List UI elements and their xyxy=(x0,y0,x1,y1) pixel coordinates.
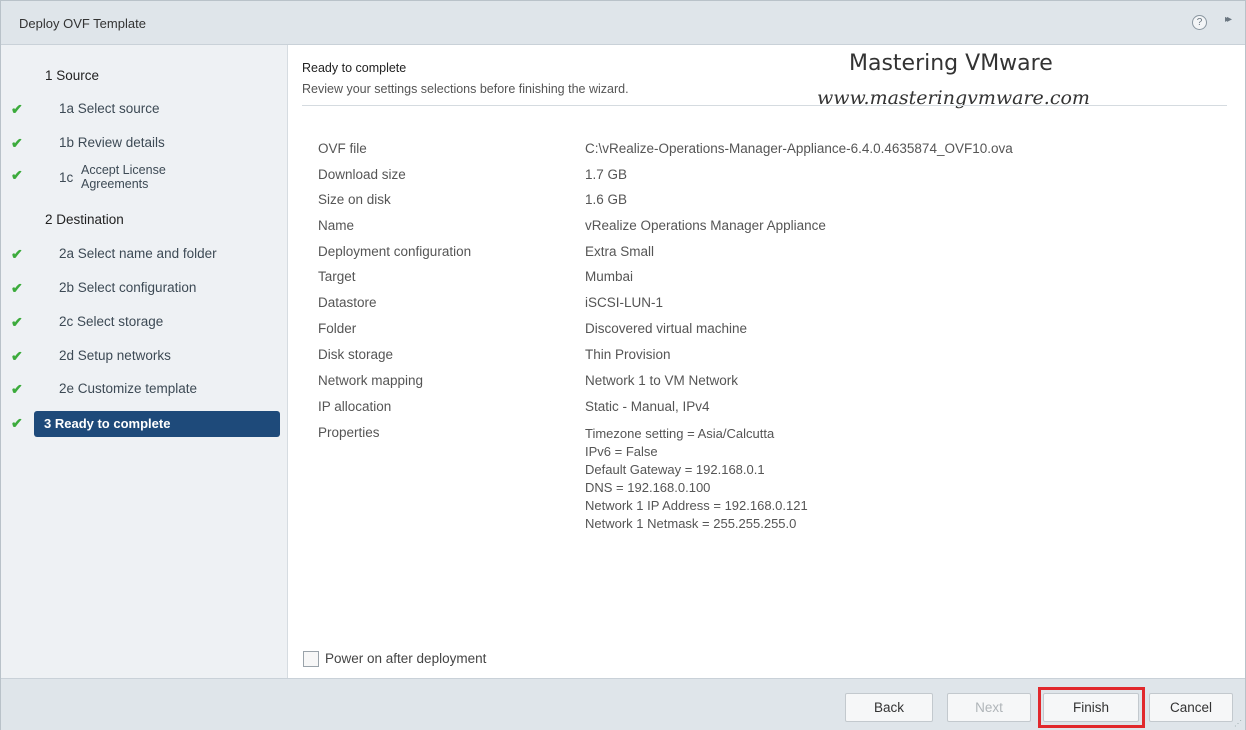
detail-key: Target xyxy=(318,269,356,284)
step-label: Accept License Agreements xyxy=(81,163,166,191)
step-label: 1b Review details xyxy=(59,135,165,150)
step-label: 2e Customize template xyxy=(59,381,198,396)
step-label: 2 Destination xyxy=(45,212,124,227)
step-label: 2d Setup networks xyxy=(59,348,171,363)
detail-value: Mumbai xyxy=(585,269,634,284)
step-label: 1a Select source xyxy=(59,101,160,116)
detail-key: Deployment configuration xyxy=(318,244,472,259)
detail-value: Discovered virtual machine xyxy=(585,321,748,336)
detail-value: vRealize Operations Manager Appliance xyxy=(585,218,826,233)
cancel-button[interactable]: Cancel xyxy=(1149,693,1233,722)
detail-value: 1.6 GB xyxy=(585,192,628,207)
power-on-checkbox[interactable] xyxy=(303,651,319,667)
step-label-line-2: Agreements xyxy=(81,177,149,191)
wizard-footer: Back Next Finish Cancel ⋰ xyxy=(1,678,1245,730)
detail-value: iSCSI-LUN-1 xyxy=(585,295,664,310)
back-button[interactable]: Back xyxy=(845,693,933,722)
check-icon: ✔ xyxy=(11,246,23,262)
main-content: Ready to complete Review your settings s… xyxy=(289,45,1245,678)
page-title: Ready to complete xyxy=(302,61,407,75)
watermark-title: Mastering VMware xyxy=(849,51,1053,76)
detail-key: Name xyxy=(318,218,355,233)
deploy-ovf-wizard-window: Deploy OVF Template ? ▸▸ 1 Source ✔ 1a S… xyxy=(0,0,1246,730)
properties-list: Timezone setting = Asia/Calcutta IPv6 = … xyxy=(585,425,808,533)
wizard-steps-sidebar: 1 Source ✔ 1a Select source ✔ 1b Review … xyxy=(1,45,288,678)
title-bar: Deploy OVF Template ? ▸▸ xyxy=(1,1,1245,45)
detail-key: Disk storage xyxy=(318,347,394,362)
check-icon: ✔ xyxy=(11,348,23,364)
property-line: Timezone setting = Asia/Calcutta xyxy=(585,426,775,441)
detail-key: Folder xyxy=(318,321,357,336)
next-button[interactable]: Next xyxy=(947,693,1031,722)
step-label: 2a Select name and folder xyxy=(59,246,217,261)
detail-key: Datastore xyxy=(318,295,377,310)
step-label: 1 Source xyxy=(45,68,100,83)
detail-value: Static - Manual, IPv4 xyxy=(585,399,710,414)
page-subtitle: Review your settings selections before f… xyxy=(302,82,629,96)
window-title: Deploy OVF Template xyxy=(19,16,146,31)
detail-value: Thin Provision xyxy=(585,347,671,362)
property-line: DNS = 192.168.0.100 xyxy=(585,480,711,495)
check-icon: ✔ xyxy=(11,415,23,431)
step-number: 1c xyxy=(59,170,74,185)
check-icon: ✔ xyxy=(11,101,23,117)
check-icon: ✔ xyxy=(11,135,23,151)
header-divider xyxy=(302,105,1227,106)
detail-key: Network mapping xyxy=(318,373,424,388)
check-icon: ✔ xyxy=(11,280,23,296)
detail-value: Extra Small xyxy=(585,244,655,259)
detail-value: 1.7 GB xyxy=(585,167,628,182)
property-line: Network 1 Netmask = 255.255.255.0 xyxy=(585,516,797,531)
property-line: Network 1 IP Address = 192.168.0.121 xyxy=(585,498,808,513)
property-line: IPv6 = False xyxy=(585,444,658,459)
finish-button[interactable]: Finish xyxy=(1043,693,1139,722)
detail-key: Download size xyxy=(318,167,406,182)
check-icon: ✔ xyxy=(11,314,23,330)
detail-value: Network 1 to VM Network xyxy=(585,373,739,388)
power-on-label: Power on after deployment xyxy=(325,651,487,666)
expand-icon[interactable]: ▸▸ xyxy=(1225,14,1232,25)
property-line: Default Gateway = 192.168.0.1 xyxy=(585,462,765,477)
check-icon: ✔ xyxy=(11,167,23,183)
help-icon[interactable]: ? xyxy=(1192,15,1207,30)
detail-key: Properties xyxy=(318,425,380,440)
detail-key: Size on disk xyxy=(318,192,391,207)
detail-key: IP allocation xyxy=(318,399,392,414)
step-label-line-1: Accept License xyxy=(81,163,166,177)
detail-value: C:\vRealize-Operations-Manager-Appliance… xyxy=(585,141,1013,156)
detail-key: OVF file xyxy=(318,141,367,156)
check-icon: ✔ xyxy=(11,381,23,397)
step-label: 3 Ready to complete xyxy=(44,416,171,431)
step-label: 2c Select storage xyxy=(59,314,164,329)
step-label: 2b Select configuration xyxy=(59,280,197,295)
resize-grip-icon[interactable]: ⋰ xyxy=(1234,720,1242,728)
